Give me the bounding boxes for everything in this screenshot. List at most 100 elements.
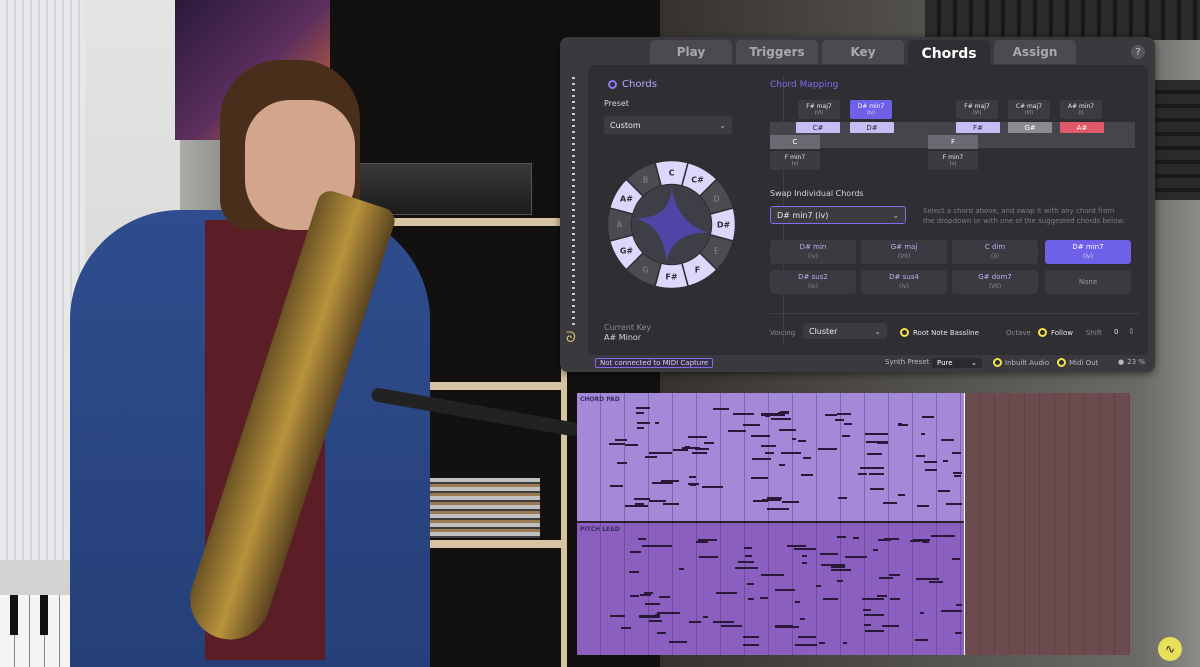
midi-note[interactable] <box>897 494 905 497</box>
key-f[interactable]: F <box>928 135 978 149</box>
midi-note[interactable] <box>941 439 955 442</box>
midi-note[interactable] <box>779 429 796 432</box>
key-g-sharp[interactable]: G# <box>1008 122 1052 133</box>
midi-note[interactable] <box>775 589 796 592</box>
tab-chords[interactable]: Chords <box>908 40 990 67</box>
midi-note[interactable] <box>712 621 735 624</box>
midi-note[interactable] <box>869 487 884 490</box>
midi-note[interactable] <box>727 429 747 432</box>
midi-note[interactable] <box>919 612 924 615</box>
midi-note[interactable] <box>767 507 790 510</box>
midi-note[interactable] <box>931 535 955 538</box>
midi-note[interactable] <box>795 644 818 647</box>
midi-note[interactable] <box>638 614 656 617</box>
midi-note[interactable] <box>929 580 944 583</box>
midi-note[interactable] <box>865 433 889 436</box>
midi-note[interactable] <box>760 597 768 600</box>
midi-note[interactable] <box>699 555 718 558</box>
midi-note[interactable] <box>897 423 909 426</box>
tab-triggers[interactable]: Triggers <box>736 40 818 64</box>
midi-note[interactable] <box>798 635 816 638</box>
midi-note[interactable] <box>831 568 852 571</box>
midi-note[interactable] <box>821 563 845 566</box>
root-bassline-toggle[interactable]: Root Note Bassline <box>900 328 979 337</box>
midi-note[interactable] <box>876 595 887 598</box>
midi-note[interactable] <box>864 624 871 627</box>
midi-note[interactable] <box>742 635 759 638</box>
midi-note[interactable] <box>721 625 743 628</box>
midi-note[interactable] <box>656 631 667 634</box>
inbuilt-audio-toggle[interactable]: Inbuilt Audio <box>993 358 1049 367</box>
midi-note[interactable] <box>620 626 631 629</box>
chord-wheel[interactable]: C C# D D# E F F# G G# A A# B <box>604 157 739 292</box>
tab-key[interactable]: Key <box>822 40 904 64</box>
midi-note[interactable] <box>793 548 816 551</box>
midi-note[interactable] <box>865 440 889 443</box>
key-a-sharp[interactable]: A# <box>1060 122 1104 133</box>
suggested-chord-none[interactable]: None <box>1045 270 1131 294</box>
chord-slot[interactable]: F min7 (v) <box>928 151 978 170</box>
midi-note[interactable] <box>651 482 673 485</box>
follow-toggle[interactable]: Follow <box>1038 328 1073 337</box>
midi-note[interactable] <box>912 539 931 542</box>
midi-note[interactable] <box>818 447 838 450</box>
midi-note[interactable] <box>825 414 838 417</box>
midi-note[interactable] <box>843 422 852 425</box>
midi-note[interactable] <box>703 442 715 445</box>
midi-note[interactable] <box>778 464 785 467</box>
midi-note[interactable] <box>636 412 644 415</box>
midi-note[interactable] <box>628 571 639 574</box>
midi-note[interactable] <box>642 544 665 547</box>
midi-note[interactable] <box>648 620 662 623</box>
suggested-chord-selected[interactable]: D# min7 (iv) <box>1045 240 1131 264</box>
midi-note[interactable] <box>644 602 660 605</box>
midi-note[interactable] <box>689 476 697 479</box>
midi-note[interactable] <box>940 609 950 612</box>
midi-note[interactable] <box>659 596 670 599</box>
midi-note[interactable] <box>798 440 806 443</box>
midi-note[interactable] <box>760 444 776 447</box>
suggested-chord[interactable]: G# maj (VII) <box>861 240 947 264</box>
midi-note[interactable] <box>692 451 707 454</box>
midi-note[interactable] <box>802 562 808 565</box>
midi-note[interactable] <box>702 615 708 618</box>
midi-note[interactable] <box>844 555 868 558</box>
midi-out-toggle[interactable]: Midi Out <box>1057 358 1098 367</box>
midi-note[interactable] <box>950 609 962 612</box>
midi-note[interactable] <box>751 477 769 480</box>
midi-note[interactable] <box>722 407 728 410</box>
midi-note[interactable] <box>835 419 844 422</box>
midi-note[interactable] <box>879 576 894 579</box>
midi-note[interactable] <box>673 449 689 452</box>
midi-note[interactable] <box>951 557 961 560</box>
midi-note[interactable] <box>634 503 644 506</box>
midi-note[interactable] <box>794 600 800 603</box>
help-button[interactable]: ? <box>1131 45 1145 59</box>
midi-note[interactable] <box>890 597 900 600</box>
midi-note[interactable] <box>955 604 962 606</box>
midi-note[interactable] <box>803 456 811 459</box>
key-d-sharp[interactable]: D# <box>850 122 894 133</box>
midi-note[interactable] <box>771 418 792 421</box>
midi-note[interactable] <box>884 538 900 541</box>
midi-note[interactable] <box>662 502 680 505</box>
midi-note[interactable] <box>635 407 651 410</box>
midi-note[interactable] <box>780 451 802 454</box>
midi-note[interactable] <box>732 413 755 416</box>
midi-note[interactable] <box>786 545 806 548</box>
track-chord-pad[interactable]: CHORD PAD <box>577 393 964 521</box>
midi-note[interactable] <box>917 505 930 508</box>
key-f-sharp[interactable]: F# <box>956 122 1000 133</box>
midi-note[interactable] <box>955 631 962 634</box>
midi-note[interactable] <box>799 618 805 621</box>
stepper-icon[interactable]: ⇕ <box>1128 327 1135 336</box>
midi-note[interactable] <box>645 455 658 458</box>
midi-note[interactable] <box>951 452 961 455</box>
midi-note[interactable] <box>629 551 642 554</box>
suggested-chord[interactable]: C dim (ii) <box>952 240 1038 264</box>
midi-note[interactable] <box>842 434 850 437</box>
midi-note[interactable] <box>694 447 709 450</box>
midi-note[interactable] <box>735 566 758 569</box>
midi-note[interactable] <box>764 451 775 454</box>
voicing-dropdown[interactable]: Cluster ⌄ <box>803 323 887 339</box>
